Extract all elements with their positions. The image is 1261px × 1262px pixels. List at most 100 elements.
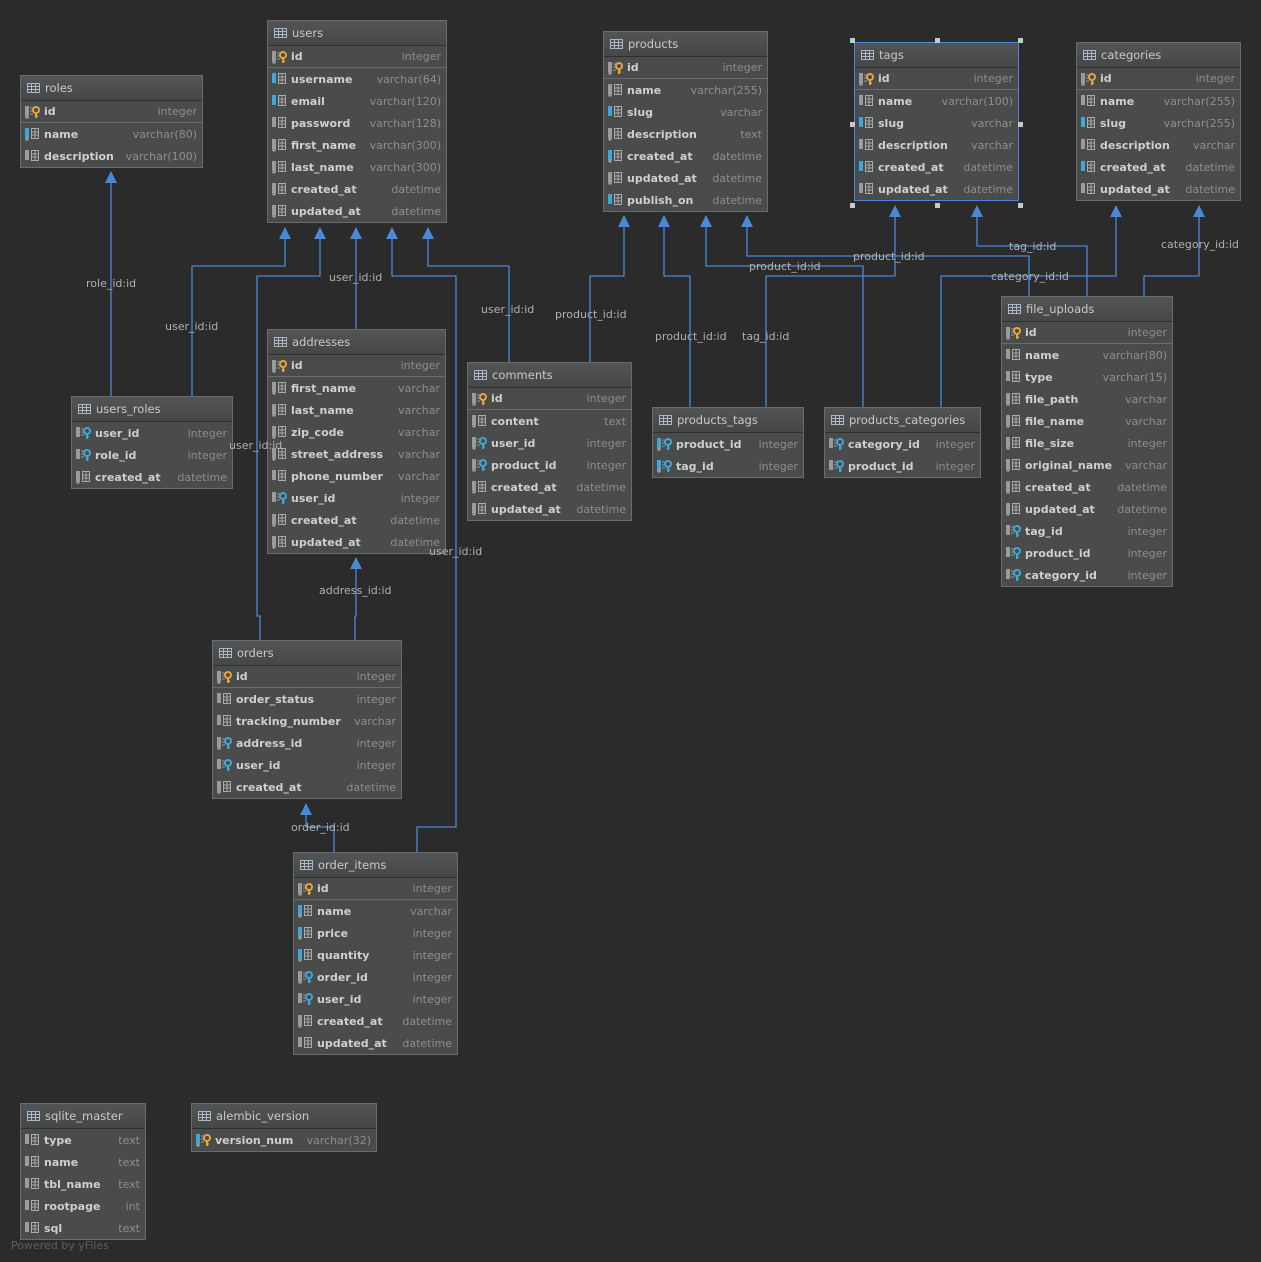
column-row[interactable]: type text [21, 1129, 145, 1151]
column-row[interactable]: description text [604, 123, 767, 145]
table-header[interactable]: products_tags [653, 408, 803, 433]
column-row[interactable]: user_id integer [72, 422, 232, 444]
column-row[interactable]: name varchar(255) [604, 79, 767, 101]
selection-handle[interactable] [850, 38, 855, 43]
table-header[interactable]: roles [21, 76, 202, 101]
column-row[interactable]: role_id integer [72, 444, 232, 466]
table-orders[interactable]: orders id integer order_status integer t… [212, 640, 402, 799]
column-row[interactable]: id integer [294, 878, 457, 900]
column-row[interactable]: zip_code varchar [268, 421, 445, 443]
table-order-items[interactable]: order_items id integer name varchar pric… [293, 852, 458, 1055]
column-row[interactable]: id integer [21, 101, 202, 123]
column-row[interactable]: tbl_name text [21, 1173, 145, 1195]
column-row[interactable]: name varchar(255) [1077, 90, 1240, 112]
table-roles[interactable]: roles id integer name varchar(80) descri… [20, 75, 203, 168]
column-row[interactable]: name varchar(100) [855, 90, 1018, 112]
column-row[interactable]: id integer [268, 355, 445, 377]
table-header[interactable]: orders [213, 641, 401, 666]
table-comments[interactable]: comments id integer content text user_id… [467, 362, 632, 521]
table-sqlite-master[interactable]: sqlite_master type text name text tbl_na… [20, 1103, 146, 1240]
table-header[interactable]: alembic_version [192, 1104, 376, 1129]
column-row[interactable]: file_path varchar [1002, 388, 1172, 410]
column-row[interactable]: order_status integer [213, 688, 401, 710]
column-row[interactable]: version_num varchar(32) [192, 1129, 376, 1151]
column-row[interactable]: created_at datetime [294, 1010, 457, 1032]
selection-handle[interactable] [1018, 121, 1023, 127]
column-row[interactable]: tag_id integer [1002, 520, 1172, 542]
column-row[interactable]: category_id integer [1002, 564, 1172, 586]
column-row[interactable]: password varchar(128) [268, 112, 446, 134]
selection-handle[interactable] [934, 203, 940, 208]
column-row[interactable]: phone_number varchar [268, 465, 445, 487]
column-row[interactable]: description varchar [855, 134, 1018, 156]
column-row[interactable]: id integer [468, 388, 631, 410]
column-row[interactable]: name varchar(80) [1002, 344, 1172, 366]
column-row[interactable]: slug varchar(255) [1077, 112, 1240, 134]
column-row[interactable]: user_id integer [468, 432, 631, 454]
column-row[interactable]: updated_at datetime [604, 167, 767, 189]
column-row[interactable]: updated_at datetime [268, 200, 446, 222]
table-header[interactable]: users [268, 21, 446, 46]
selection-handle[interactable] [850, 121, 855, 127]
table-header[interactable]: products [604, 32, 767, 57]
column-row[interactable]: product_id integer [653, 433, 803, 455]
column-row[interactable]: created_at datetime [213, 776, 401, 798]
table-users[interactable]: users id integer username varchar(64) em… [267, 20, 447, 223]
relationship-line[interactable] [663, 216, 691, 407]
column-row[interactable]: quantity integer [294, 944, 457, 966]
column-row[interactable]: product_id integer [468, 454, 631, 476]
table-header[interactable]: categories [1077, 43, 1240, 68]
table-alembic-version[interactable]: alembic_version version_num varchar(32) [191, 1103, 377, 1152]
column-row[interactable]: slug varchar [604, 101, 767, 123]
column-row[interactable]: updated_at datetime [294, 1032, 457, 1054]
column-row[interactable]: file_name varchar [1002, 410, 1172, 432]
column-row[interactable]: address_id integer [213, 732, 401, 754]
column-row[interactable]: created_at datetime [468, 476, 631, 498]
column-row[interactable]: updated_at datetime [268, 531, 445, 553]
column-row[interactable]: id integer [1002, 322, 1172, 344]
table-header[interactable]: products_categories [825, 408, 980, 433]
column-row[interactable]: name varchar [294, 900, 457, 922]
relationship-line[interactable] [705, 216, 864, 407]
column-row[interactable]: order_id integer [294, 966, 457, 988]
table-products[interactable]: products id integer name varchar(255) sl… [603, 31, 768, 212]
column-row[interactable]: updated_at datetime [1077, 178, 1240, 200]
table-products-tags[interactable]: products_tags product_id integer tag_id … [652, 407, 804, 478]
table-addresses[interactable]: addresses id integer first_name varchar … [267, 329, 446, 554]
selection-handle[interactable] [850, 203, 855, 208]
column-row[interactable]: id integer [268, 46, 446, 68]
column-row[interactable]: type varchar(15) [1002, 366, 1172, 388]
relationship-line[interactable] [765, 206, 896, 407]
column-row[interactable]: street_address varchar [268, 443, 445, 465]
table-header[interactable]: sqlite_master [21, 1104, 145, 1129]
column-row[interactable]: created_at datetime [1002, 476, 1172, 498]
column-row[interactable]: created_at datetime [1077, 156, 1240, 178]
column-row[interactable]: created_at datetime [855, 156, 1018, 178]
column-row[interactable]: publish_on datetime [604, 189, 767, 211]
column-row[interactable]: name text [21, 1151, 145, 1173]
column-row[interactable]: last_name varchar [268, 399, 445, 421]
table-header[interactable]: users_roles [72, 397, 232, 422]
column-row[interactable]: description varchar [1077, 134, 1240, 156]
column-row[interactable]: updated_at datetime [468, 498, 631, 520]
table-header[interactable]: comments [468, 363, 631, 388]
column-row[interactable]: updated_at datetime [1002, 498, 1172, 520]
table-categories[interactable]: categories id integer name varchar(255) … [1076, 42, 1241, 201]
column-row[interactable]: created_at datetime [268, 509, 445, 531]
selection-handle[interactable] [1018, 38, 1023, 43]
column-row[interactable]: id integer [213, 666, 401, 688]
relationship-line[interactable] [354, 558, 357, 640]
column-row[interactable]: original_name varchar [1002, 454, 1172, 476]
column-row[interactable]: username varchar(64) [268, 68, 446, 90]
column-row[interactable]: slug varchar [855, 112, 1018, 134]
column-row[interactable]: name varchar(80) [21, 123, 202, 145]
column-row[interactable]: price integer [294, 922, 457, 944]
column-row[interactable]: tracking_number varchar [213, 710, 401, 732]
table-header[interactable]: file_uploads [1002, 297, 1172, 322]
table-products-categories[interactable]: products_categories category_id integer … [824, 407, 981, 478]
column-row[interactable]: sql text [21, 1217, 145, 1239]
table-tags[interactable]: tags id integer name varchar(100) slug v… [854, 42, 1019, 201]
selection-handle[interactable] [1018, 203, 1023, 208]
column-row[interactable]: updated_at datetime [855, 178, 1018, 200]
column-row[interactable]: email varchar(120) [268, 90, 446, 112]
